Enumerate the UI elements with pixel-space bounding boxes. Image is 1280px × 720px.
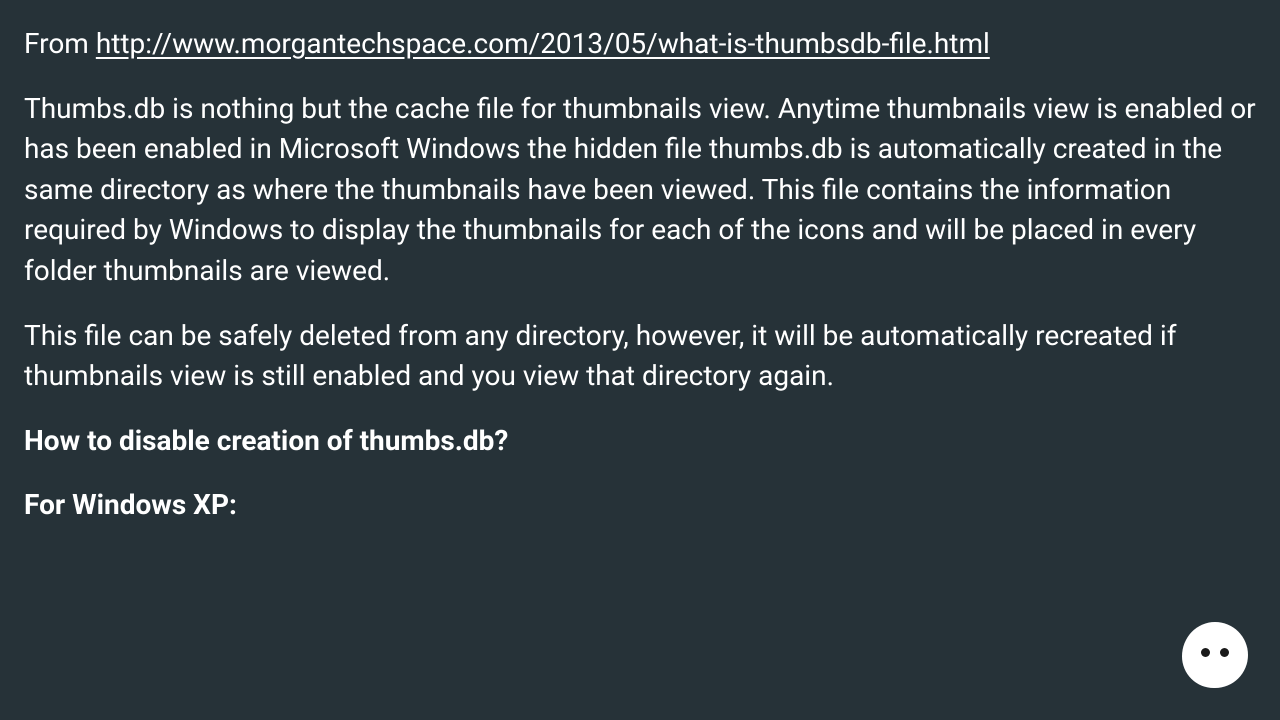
heading-xp: For Windows XP: <box>24 485 1256 526</box>
avatar-eye-left <box>1201 648 1210 657</box>
article-body: From http://www.morgantechspace.com/2013… <box>0 0 1280 526</box>
avatar-eye-right <box>1220 648 1229 657</box>
source-prefix: From <box>24 27 96 60</box>
heading-disable: How to disable creation of thumbs.db? <box>24 421 1256 462</box>
source-line: From http://www.morgantechspace.com/2013… <box>24 24 1256 65</box>
source-url-link[interactable]: http://www.morgantechspace.com/2013/05/w… <box>96 27 990 60</box>
paragraph-2: This file can be safely deleted from any… <box>24 316 1256 397</box>
paragraph-1: Thumbs.db is nothing but the cache file … <box>24 89 1256 292</box>
assistant-avatar-icon[interactable] <box>1182 622 1248 688</box>
